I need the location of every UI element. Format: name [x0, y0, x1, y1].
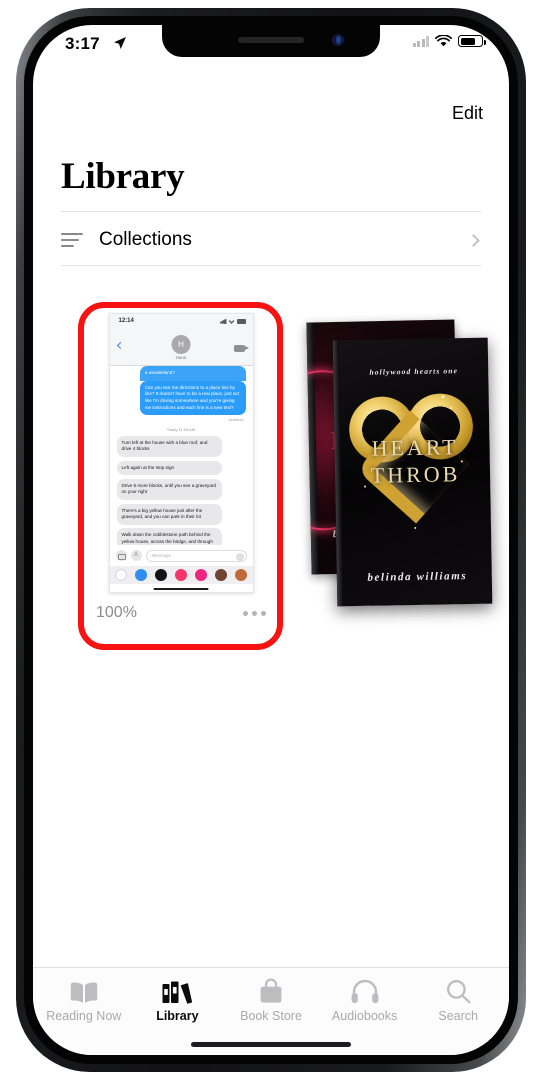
chevron-right-icon	[467, 233, 480, 247]
open-book-icon	[67, 978, 101, 1004]
divider-bottom	[61, 265, 481, 266]
home-indicator	[153, 587, 209, 590]
book-grid: 12:14 H Hana a wonderland? Can you text …	[33, 275, 509, 675]
reading-progress-label: 100%	[96, 604, 137, 621]
message-timestamp: Today 11:04 AM	[166, 426, 196, 432]
book-cover-front[interactable]: hollywood hearts one HEART THROB belinda…	[332, 337, 493, 607]
page-title: Library	[61, 156, 185, 197]
message-bubble: Can you text me directions to a place li…	[139, 380, 246, 416]
document-thumbnail[interactable]: 12:14 H Hana a wonderland? Can you text …	[108, 313, 254, 593]
message-bubble: a wonderland?	[139, 366, 246, 381]
thumb-status-time: 12:14	[118, 318, 134, 324]
book-title-front: HEART THROB	[334, 434, 490, 490]
tab-reading-now[interactable]: Reading Now	[37, 968, 131, 1055]
collections-label: Collections	[99, 229, 192, 250]
divider-top	[61, 211, 481, 212]
app-store-icon[interactable]	[130, 550, 142, 561]
message-bubble: Walk down the cobblestone path behind th…	[116, 528, 223, 545]
avatar[interactable]: H	[171, 335, 191, 354]
send-icon[interactable]	[235, 552, 244, 561]
title-line-2: THROB	[370, 460, 461, 488]
message-input-row[interactable]: iMessage	[109, 545, 253, 566]
home-indicator[interactable]	[191, 1042, 351, 1047]
message-input-placeholder: iMessage	[151, 553, 172, 558]
app-store-icon[interactable]	[134, 569, 147, 581]
facetime-video-icon[interactable]	[233, 345, 249, 352]
tab-label: Reading Now	[46, 1009, 122, 1023]
phone-screen: 3:17 Edit Library Collections 12:14 H Ha…	[33, 25, 509, 1055]
contact-name: Hana	[175, 355, 187, 360]
animoji-icon[interactable]	[235, 569, 248, 581]
wifi-icon	[435, 35, 452, 47]
delivered-label: Delivered	[228, 417, 244, 422]
app-drawer[interactable]	[109, 566, 253, 584]
photos-app-icon[interactable]	[114, 569, 127, 581]
title-line-1: HEART	[371, 434, 459, 461]
collections-row[interactable]: Collections	[61, 215, 481, 265]
thumb-status-indicators	[219, 319, 246, 324]
notch	[162, 25, 380, 57]
sort-list-icon	[61, 232, 83, 248]
wifi-icon	[228, 320, 235, 324]
tab-label: Book Store	[240, 1009, 302, 1023]
iphone-device-frame: 3:17 Edit Library Collections 12:14 H Ha…	[16, 8, 526, 1072]
tab-search[interactable]: Search	[411, 968, 505, 1055]
message-bubble: There's a big yellow house just after th…	[116, 503, 223, 525]
location-arrow-icon	[114, 37, 126, 49]
status-time: 3:17	[65, 34, 100, 53]
memoji-icon[interactable]	[215, 569, 228, 581]
books-shelf-icon	[161, 978, 193, 1004]
conversation-header: H Hana	[109, 331, 253, 366]
series-label-front: hollywood hearts one	[369, 366, 459, 377]
cellular-signal-icon	[219, 319, 227, 324]
headphones-icon	[350, 978, 380, 1004]
message-bubble: Drive 6 more blocks, until you see a gra…	[116, 478, 223, 501]
cellular-signal-icon	[412, 35, 429, 47]
shopping-bag-icon	[257, 978, 285, 1004]
more-dots-icon[interactable]	[243, 610, 266, 616]
author-label-front: belinda williams	[367, 570, 468, 584]
images-search-icon[interactable]	[195, 569, 208, 581]
document-meta-row: 100%	[91, 604, 271, 622]
front-camera-icon	[332, 34, 344, 46]
book-item-heart-throb[interactable]: hollywood hearts two B belinda williams …	[301, 313, 509, 633]
edit-button[interactable]: Edit	[452, 103, 483, 124]
message-input[interactable]: iMessage	[145, 549, 247, 562]
camera-icon[interactable]	[115, 550, 127, 561]
magnifier-icon	[445, 978, 472, 1004]
battery-icon	[458, 35, 486, 47]
message-list[interactable]: a wonderland? Can you text me directions…	[109, 366, 253, 545]
battery-icon	[236, 319, 246, 324]
message-bubble: Turn left at the house with a blue roof,…	[116, 435, 223, 458]
apple-music-icon[interactable]	[174, 569, 187, 581]
earpiece-speaker	[238, 37, 304, 43]
back-chevron-icon[interactable]	[116, 341, 124, 350]
tab-label: Audiobooks	[331, 1009, 398, 1023]
tab-label: Library	[156, 1009, 199, 1023]
book-item-screenshot-document[interactable]: 12:14 H Hana a wonderland? Can you text …	[91, 313, 271, 622]
frame-bezel: 3:17 Edit Library Collections 12:14 H Ha…	[24, 16, 518, 1064]
music-store-icon[interactable]	[154, 569, 167, 581]
thumb-status-bar: 12:14	[109, 314, 253, 331]
status-indicators	[412, 35, 486, 47]
message-bubble: Left again at the stop sign	[116, 460, 223, 476]
tab-label: Search	[438, 1009, 478, 1023]
